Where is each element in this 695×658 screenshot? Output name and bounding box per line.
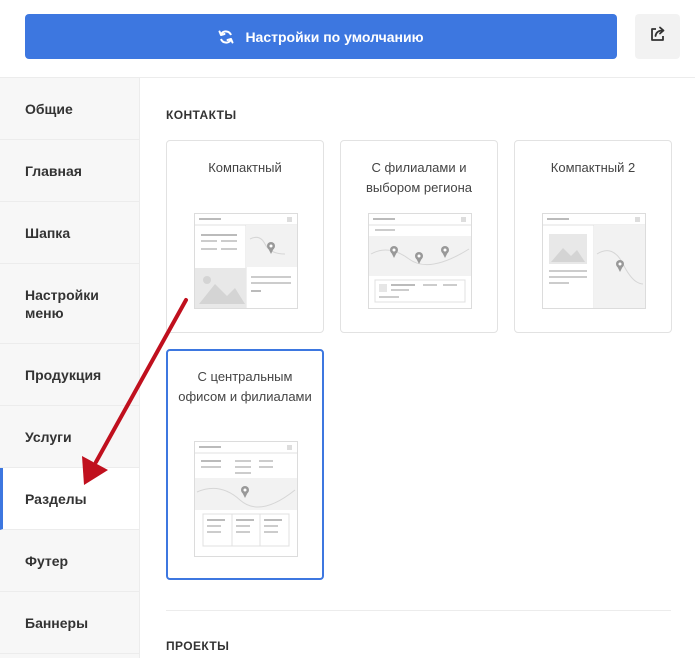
- layout-preview: [368, 213, 472, 309]
- settings-sidebar: Общие Главная Шапка Настройки меню Проду…: [0, 78, 140, 658]
- sidebar-item-label: Настройки меню: [25, 286, 99, 321]
- layout-preview: [194, 213, 298, 309]
- sidebar-item-products[interactable]: Продукция: [0, 344, 139, 406]
- main-content: КОНТАКТЫ Компактный С филиалами и выборо…: [140, 78, 695, 658]
- reset-defaults-button[interactable]: Настройки по умолчанию: [25, 14, 617, 59]
- sidebar-item-main[interactable]: Главная: [0, 140, 139, 202]
- sidebar-item-general[interactable]: Общие: [0, 78, 139, 140]
- layout-preview: [194, 441, 298, 557]
- sidebar-item-services[interactable]: Услуги: [0, 406, 139, 468]
- sidebar-item-label: Шапка: [25, 224, 71, 241]
- contacts-option-compact-2[interactable]: Компактный 2: [514, 140, 672, 333]
- share-icon: [649, 25, 667, 48]
- sidebar-item-label: Баннеры: [25, 614, 89, 631]
- card-title: С филиалами и выбором региона: [365, 160, 473, 195]
- sidebar-item-sections[interactable]: Разделы: [0, 468, 139, 530]
- sidebar-item-label: Футер: [25, 552, 69, 569]
- section-title-contacts: КОНТАКТЫ: [166, 108, 237, 122]
- card-title: Компактный 2: [550, 160, 636, 175]
- contacts-option-compact[interactable]: Компактный: [166, 140, 324, 333]
- sidebar-item-label: Главная: [25, 162, 82, 179]
- card-title: С центральным офисом и филиалами: [178, 369, 312, 404]
- reset-defaults-label: Настройки по умолчанию: [245, 28, 424, 45]
- contacts-option-branches-region[interactable]: С филиалами и выбором региона: [340, 140, 498, 333]
- section-divider: [166, 610, 671, 611]
- sidebar-item-label: Услуги: [25, 428, 72, 445]
- sidebar-item-banners[interactable]: Баннеры: [0, 592, 139, 654]
- sidebar-item-label: Продукция: [25, 366, 102, 383]
- sidebar-item-label: Общие: [25, 100, 73, 117]
- refresh-icon: [218, 29, 234, 45]
- sidebar-item-footer[interactable]: Футер: [0, 530, 139, 592]
- contacts-option-central-office-branches[interactable]: С центральным офисом и филиалами: [166, 349, 324, 580]
- sidebar-item-menu-settings[interactable]: Настройки меню: [0, 264, 139, 344]
- card-title: Компактный: [208, 160, 282, 175]
- sidebar-item-header[interactable]: Шапка: [0, 202, 139, 264]
- top-toolbar: Настройки по умолчанию: [0, 0, 695, 78]
- layout-preview: [542, 213, 646, 309]
- section-title-projects: ПРОЕКТЫ: [166, 639, 230, 653]
- sidebar-item-label: Разделы: [25, 490, 87, 507]
- share-button[interactable]: [635, 14, 680, 59]
